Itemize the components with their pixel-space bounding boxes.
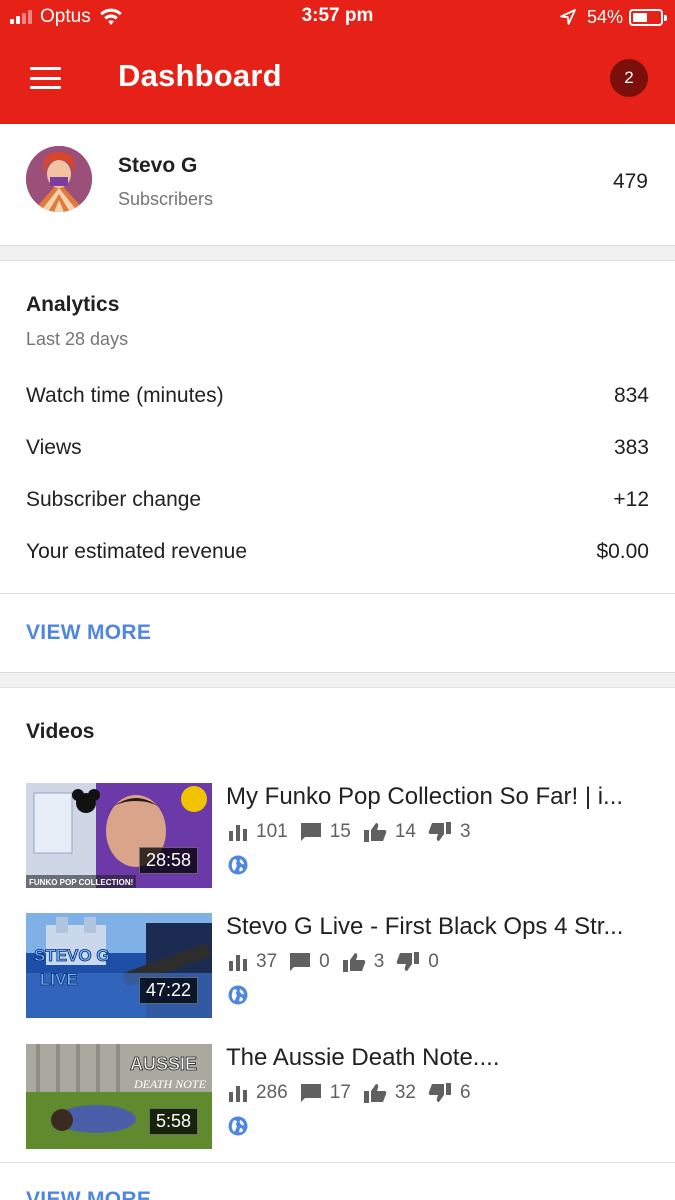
video-item[interactable]: STEVO G LIVE 47:22 Stevo G Live - First … [0,913,675,1019]
thumb-caption: FUNKO POP COLLECTION! [29,878,133,887]
metric-label: Watch time (minutes) [26,384,224,407]
comments-stat: 15 [300,821,351,843]
video-item[interactable]: AUSSIE DEATH NOTE 5:58 The Aussie Death … [0,1044,675,1150]
avatar [26,146,92,212]
hamburger-menu-icon[interactable] [30,67,61,89]
svg-text:AUSSIE: AUSSIE [130,1054,197,1074]
channel-card[interactable]: Stevo G Subscribers 479 [0,124,675,246]
app-bar: Dashboard 2 [0,36,675,124]
views-count: 37 [256,951,278,972]
likes-count: 32 [394,1082,416,1103]
likes-stat: 32 [363,1082,416,1104]
analytics-period: Last 28 days [26,329,129,349]
analytics-card: Analytics Last 28 days Watch time (minut… [0,260,675,673]
likes-count: 14 [394,821,416,842]
metric-value: $0.00 [596,540,649,563]
video-title: The Aussie Death Note.... [226,1044,500,1071]
video-stats: 37 0 3 0 [228,951,451,973]
video-stats: 101 15 14 3 [228,821,483,843]
comment-icon [300,823,321,841]
comment-icon [290,953,311,971]
video-thumbnail: AUSSIE DEATH NOTE 5:58 [26,1044,212,1149]
status-bar: Optus 3:57 pm 54% [0,0,675,36]
metric-value: 834 [613,384,649,407]
location-arrow-icon [560,9,576,25]
video-thumbnail: FUNKO POP COLLECTION! 28:58 [26,783,212,888]
dislikes-stat: 0 [396,951,439,973]
comments-count: 17 [329,1082,351,1103]
analytics-view-more-button[interactable]: VIEW MORE [26,621,151,645]
video-title: My Funko Pop Collection So Far! | i... [226,783,624,810]
videos-card: Videos FUNKO POP COLLECTION! 28:58 My Fu… [0,687,675,1200]
thumbs-down-icon [428,822,451,841]
views-count: 101 [256,821,288,842]
globe-icon [228,1116,248,1136]
bar-chart-icon [229,1086,247,1102]
thumbs-up-icon [363,823,387,842]
dislikes-count: 3 [459,821,471,842]
metric-value: 383 [613,436,649,459]
comments-count: 0 [319,951,330,972]
battery-level-fill [633,12,647,22]
likes-stat: 3 [342,951,385,973]
dislikes-stat: 3 [428,821,471,843]
bar-chart-icon [229,825,247,841]
subscribers-label: Subscribers [118,189,214,209]
metric-row-subscriber-change: Subscriber change +12 [26,484,649,516]
video-title: Stevo G Live - First Black Ops 4 Str... [226,913,624,940]
views-count: 286 [256,1082,288,1103]
videos-title: Videos [26,720,95,743]
dislikes-stat: 6 [428,1082,471,1104]
likes-stat: 14 [363,821,416,843]
svg-text:LIVE: LIVE [40,970,78,989]
notification-badge[interactable]: 2 [610,59,648,97]
bar-chart-icon [229,955,247,971]
metric-value: +12 [613,488,649,511]
metric-label: Views [26,436,82,459]
views-stat: 286 [228,1082,288,1104]
battery-icon [629,8,667,26]
svg-text:DEATH NOTE: DEATH NOTE [133,1077,207,1091]
svg-text:STEVO G: STEVO G [34,946,110,965]
divider [0,593,675,594]
thumbs-down-icon [428,1083,451,1102]
dislikes-count: 6 [459,1082,471,1103]
video-thumbnail: STEVO G LIVE 47:22 [26,913,212,1018]
page-title: Dashboard [118,58,282,93]
comments-stat: 0 [289,951,330,973]
battery-percent: 54% [586,6,623,27]
globe-icon [228,985,248,1005]
videos-view-more-button[interactable]: VIEW MORE [26,1188,151,1200]
metric-label: Subscriber change [26,488,202,511]
video-stats: 286 17 32 6 [228,1082,483,1104]
metric-label: Your estimated revenue [26,540,248,563]
video-duration: 5:58 [148,1108,198,1135]
video-duration: 28:58 [138,847,198,874]
analytics-title: Analytics [26,293,120,316]
likes-count: 3 [373,951,385,972]
status-right: 54% [559,5,667,29]
dislikes-count: 0 [428,951,439,972]
subscriber-count: 479 [612,170,648,193]
globe-icon [228,855,248,875]
views-stat: 101 [228,821,288,843]
channel-name: Stevo G [118,154,198,177]
comments-count: 15 [329,821,351,842]
metric-row-views: Views 383 [26,432,649,464]
thumbs-up-icon [363,1084,387,1103]
metric-row-watch-time: Watch time (minutes) 834 [26,380,649,412]
comments-stat: 17 [300,1082,351,1104]
app-header: Optus 3:57 pm 54% Dashboard 2 [0,0,675,124]
video-duration: 47:22 [138,977,198,1004]
thumbs-down-icon [396,952,420,971]
comment-icon [300,1084,321,1102]
thumbs-up-icon [342,953,366,972]
metric-row-estimated-revenue: Your estimated revenue $0.00 [26,536,649,568]
views-stat: 37 [228,951,277,973]
divider [0,1162,675,1163]
video-item[interactable]: FUNKO POP COLLECTION! 28:58 My Funko Pop… [0,783,675,889]
